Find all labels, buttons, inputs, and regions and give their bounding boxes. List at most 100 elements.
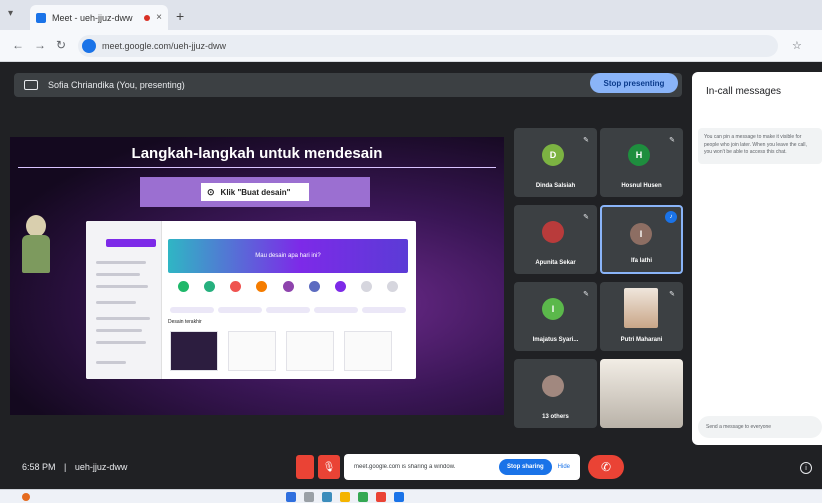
hide-button[interactable]: Hide bbox=[558, 464, 570, 470]
slide-divider bbox=[18, 167, 496, 168]
present-screen-icon bbox=[24, 80, 38, 90]
chrome-icon[interactable] bbox=[376, 492, 386, 502]
design-thumbnail bbox=[228, 331, 276, 371]
category-icon bbox=[360, 281, 372, 292]
presenter-character-illustration bbox=[22, 215, 50, 275]
meeting-code: ueh-jjuz-dww bbox=[74, 462, 128, 472]
back-icon[interactable]: ← bbox=[12, 38, 24, 52]
tab-title: Meet - ueh-jjuz-dww bbox=[52, 12, 133, 23]
click-icon: ⊙ bbox=[207, 186, 215, 197]
canva-banner: Mau desain apa hari ini? bbox=[168, 239, 408, 273]
in-call-messages-panel: In-call messages You can pin a message t… bbox=[692, 72, 822, 445]
canva-section-label: Desain terakhir bbox=[168, 319, 202, 325]
canva-chips bbox=[170, 307, 406, 313]
step-label-text: Klik "Buat desain" bbox=[220, 187, 291, 197]
others-tile[interactable]: 13 others bbox=[514, 359, 597, 428]
browser-tab[interactable]: Meet - ueh-jjuz-dww × bbox=[30, 5, 168, 30]
end-call-button[interactable]: ✆ bbox=[588, 455, 624, 479]
others-avatar-stack bbox=[542, 375, 564, 397]
taskbar-app-icon[interactable] bbox=[358, 492, 368, 502]
presenting-bar: Sofia Chriandika (You, presenting) bbox=[14, 73, 682, 97]
mic-off-icon: ✎ bbox=[583, 214, 589, 221]
address-bar: ← → ↻ meet.google.com/ueh-jjuz-dww ☆ bbox=[0, 30, 822, 62]
participant-video bbox=[624, 288, 658, 328]
mic-off-icon: ✎ bbox=[669, 291, 675, 298]
category-icon bbox=[282, 281, 294, 292]
sharing-text: meet.google.com is sharing a window. bbox=[354, 464, 456, 470]
mic-off-button[interactable]: 🎙 bbox=[318, 455, 340, 479]
category-icon bbox=[334, 281, 346, 292]
time-label: 6:58 PM bbox=[22, 462, 56, 472]
taskbar-app-icon[interactable] bbox=[394, 492, 404, 502]
participant-tile[interactable]: D ✎ Dinda Salsiah bbox=[514, 128, 597, 197]
taskbar-app-icon[interactable] bbox=[322, 492, 332, 502]
participant-name: Ifa lathi bbox=[630, 258, 652, 264]
new-tab-button[interactable]: + bbox=[176, 8, 184, 24]
shared-slide: Langkah-langkah untuk mendesain ⊙ Klik "… bbox=[10, 137, 504, 415]
sharing-notification: meet.google.com is sharing a window. Sto… bbox=[344, 454, 580, 480]
file-explorer-icon[interactable] bbox=[340, 492, 350, 502]
forward-icon[interactable]: → bbox=[34, 38, 46, 52]
info-icon[interactable]: i bbox=[800, 462, 812, 474]
mic-off-icon: ✎ bbox=[583, 137, 589, 144]
reload-icon[interactable]: ↻ bbox=[56, 38, 66, 52]
meet-favicon-icon bbox=[36, 12, 46, 23]
recording-dot-icon bbox=[144, 14, 151, 21]
category-icon bbox=[178, 281, 189, 292]
stop-sharing-button[interactable]: Stop sharing bbox=[498, 459, 552, 475]
chat-input[interactable]: Send a message to everyone bbox=[698, 416, 822, 438]
design-thumbnail bbox=[286, 331, 334, 371]
meet-stage: Sofia Chriandika (You, presenting) Stop … bbox=[0, 62, 822, 489]
meeting-time-and-code: 6:58 PM | ueh-jjuz-dww bbox=[22, 462, 128, 472]
design-thumbnail bbox=[170, 331, 218, 371]
url-text: meet.google.com/ueh-jjuz-dww bbox=[102, 41, 227, 51]
mic-off-icon: ✎ bbox=[583, 291, 589, 298]
step-banner: ⊙ Klik "Buat desain" bbox=[140, 177, 370, 207]
mic-options-button[interactable] bbox=[296, 455, 314, 479]
category-icon bbox=[308, 281, 320, 292]
category-icon bbox=[204, 281, 216, 292]
bookmark-star-icon[interactable]: ☆ bbox=[792, 39, 802, 52]
participant-avatar: I bbox=[542, 298, 564, 320]
chat-info-text: You can pin a message to make it visible… bbox=[698, 128, 822, 164]
participant-name: Putri Maharani bbox=[620, 337, 663, 343]
speaking-indicator-icon: ♪ bbox=[665, 211, 677, 223]
category-icon bbox=[387, 281, 398, 292]
participant-avatar: I bbox=[630, 223, 652, 245]
participant-avatar bbox=[542, 221, 564, 243]
canva-sidebar bbox=[86, 221, 162, 379]
participant-tile[interactable]: I ✎ Imajatus Syari... bbox=[514, 282, 597, 351]
canva-category-icons bbox=[178, 281, 398, 295]
category-icon bbox=[256, 281, 268, 292]
participant-tile[interactable]: ✎ Putri Maharani bbox=[600, 282, 683, 351]
design-thumbnail bbox=[344, 331, 392, 371]
stop-presenting-button[interactable]: Stop presenting bbox=[590, 73, 678, 93]
chat-title: In-call messages bbox=[706, 86, 782, 97]
participant-avatar: D bbox=[542, 144, 564, 166]
participant-name: Hosnul Husen bbox=[621, 183, 662, 189]
self-video-tile[interactable] bbox=[600, 359, 683, 428]
participant-tile-speaking[interactable]: I ♪ Ifa lathi bbox=[600, 205, 683, 274]
canva-create-button bbox=[106, 239, 156, 247]
site-info-icon[interactable] bbox=[82, 39, 96, 53]
participant-avatar: H bbox=[628, 144, 650, 166]
presenting-label: Sofia Chriandika (You, presenting) bbox=[48, 80, 185, 90]
weather-icon[interactable] bbox=[22, 493, 30, 501]
self-video bbox=[600, 359, 683, 428]
participant-name: Apunita Sekar bbox=[535, 260, 576, 266]
slide-title: Langkah-langkah untuk mendesain bbox=[131, 145, 383, 162]
taskbar-icons bbox=[286, 492, 404, 502]
participant-tile[interactable]: ✎ Apunita Sekar bbox=[514, 205, 597, 274]
tab-list-icon[interactable]: ▾ bbox=[8, 8, 13, 19]
close-tab-icon[interactable]: × bbox=[156, 12, 162, 23]
mic-off-icon: ✎ bbox=[669, 137, 675, 144]
os-taskbar bbox=[0, 489, 822, 503]
windows-start-icon[interactable] bbox=[286, 492, 296, 502]
step-label: ⊙ Klik "Buat desain" bbox=[201, 183, 309, 201]
category-icon bbox=[230, 281, 242, 292]
url-field[interactable]: meet.google.com/ueh-jjuz-dww bbox=[78, 35, 778, 57]
participant-name: Dinda Salsiah bbox=[535, 183, 576, 189]
browser-tabbar: ▾ Meet - ueh-jjuz-dww × + bbox=[0, 0, 822, 30]
participant-tile[interactable]: H ✎ Hosnul Husen bbox=[600, 128, 683, 197]
search-icon[interactable] bbox=[304, 492, 314, 502]
